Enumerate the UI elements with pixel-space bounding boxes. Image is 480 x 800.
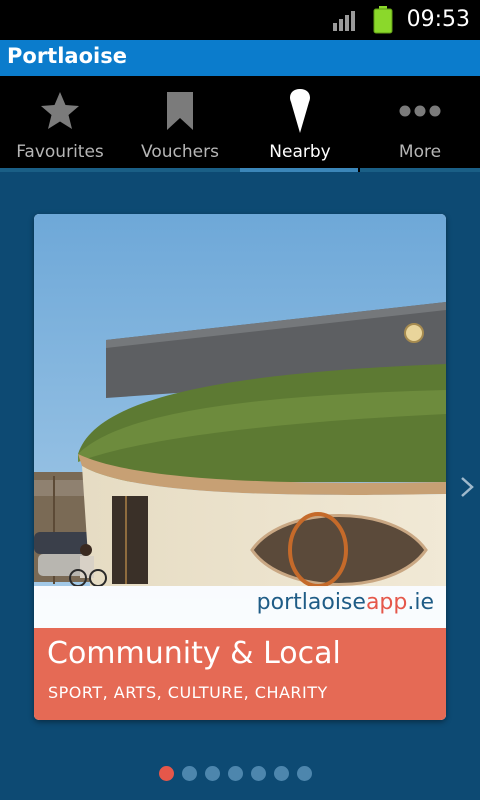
status-bar: 09:53 xyxy=(0,0,480,40)
tab-indicator xyxy=(360,168,480,172)
tab-vouchers-label: Vouchers xyxy=(141,142,219,162)
category-photo xyxy=(34,214,446,628)
brand-app: app xyxy=(365,590,408,615)
page-dot[interactable] xyxy=(205,766,220,781)
brand-prefix: portlaoise xyxy=(256,590,366,615)
tab-vouchers[interactable]: Vouchers xyxy=(120,76,240,172)
page-dot[interactable] xyxy=(297,766,312,781)
app-title: Portlaoise xyxy=(7,44,127,68)
signal-icon xyxy=(333,11,355,31)
tab-more-label: More xyxy=(398,142,442,162)
tab-more[interactable]: More xyxy=(360,76,480,172)
category-title: Community & Local xyxy=(47,636,341,671)
page-dot-active[interactable] xyxy=(159,766,174,781)
tab-favourites[interactable]: Favourites xyxy=(0,76,120,172)
page-dot[interactable] xyxy=(182,766,197,781)
star-icon xyxy=(41,92,79,129)
page-dot[interactable] xyxy=(274,766,289,781)
battery-icon xyxy=(373,6,393,34)
category-subtitle: SPORT, ARTS, CULTURE, CHARITY xyxy=(48,683,328,702)
page-indicator xyxy=(0,766,480,786)
tab-nearby-label: Nearby xyxy=(269,142,331,162)
category-card[interactable]: portlaoiseapp.ie Community & Local SPORT… xyxy=(34,214,446,720)
location-pin-icon xyxy=(290,89,310,133)
tab-nearby[interactable]: Nearby xyxy=(240,76,360,172)
app-title-bar: Portlaoise xyxy=(0,40,480,76)
page-dot[interactable] xyxy=(251,766,266,781)
status-time: 09:53 xyxy=(406,7,470,32)
tab-bar: Favourites Vouchers Nearby More xyxy=(0,76,480,172)
brand-logo: portlaoiseapp.ie xyxy=(257,590,434,615)
bookmark-icon xyxy=(167,92,193,130)
page-dot[interactable] xyxy=(228,766,243,781)
brand-suffix: .ie xyxy=(407,590,434,615)
more-icon xyxy=(399,105,441,117)
chevron-right-icon[interactable] xyxy=(458,476,476,498)
category-band: Community & Local SPORT, ARTS, CULTURE, … xyxy=(34,628,446,720)
tab-favourites-label: Favourites xyxy=(16,142,104,162)
tab-indicator-active xyxy=(240,168,358,172)
tab-indicator xyxy=(0,168,120,172)
tab-indicator xyxy=(120,168,240,172)
